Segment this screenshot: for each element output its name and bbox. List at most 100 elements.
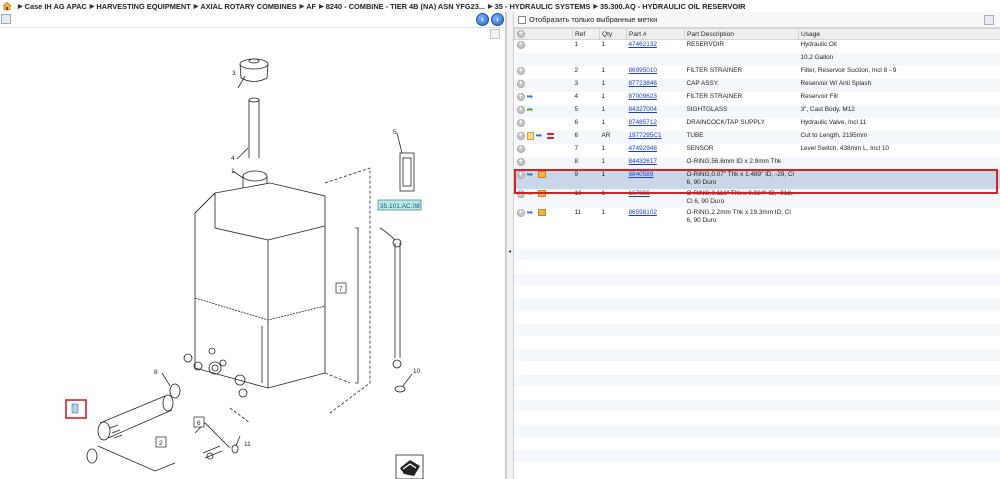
breadcrumb-item[interactable]: HARVESTING EQUIPMENT [96, 2, 190, 11]
breadcrumb-item[interactable]: 8240 - COMBINE - TIER 4B (NA) ASN YFG23.… [326, 2, 485, 11]
replacement-arrow-icon[interactable]: ➦ [527, 106, 536, 114]
add-to-cart-icon[interactable]: + [516, 105, 525, 114]
breadcrumb-item[interactable]: AXIAL ROTARY COMBINES [200, 2, 296, 11]
breadcrumb: ▶ Case IH AG APAC ▶ HARVESTING EQUIPMENT ▶… [0, 0, 1000, 12]
add-to-cart-icon[interactable]: + [516, 208, 525, 217]
breadcrumb-item[interactable]: Case IH AG APAC [25, 2, 87, 11]
cell-description: FILTER STRAINER [686, 66, 743, 74]
table-row[interactable]: + ➥ 6 AR 1977295C1 TUBE Cut to Length, 2195mm [514, 130, 1000, 144]
table-row[interactable]: +3 1 87723846 CAP ASSY. Reservoir W/ Anti Sp… [514, 78, 1000, 92]
table-row[interactable]: 10.2 Gallon [514, 52, 1000, 66]
column-header-part-number[interactable]: Part # [626, 28, 685, 40]
kit-box-icon[interactable] [537, 209, 546, 216]
cell-description: SENSOR [686, 144, 714, 152]
table-row[interactable]: +6 1 87485712 DRAINCOCK/TAP SUPPLY Hydraulic… [515, 118, 1000, 131]
part-number-link[interactable]: 9840589 [629, 171, 654, 178]
cell-qty: 1 [601, 66, 606, 74]
flag-icon[interactable] [546, 132, 554, 139]
cell-qty: AR [599, 130, 627, 144]
table-row[interactable]: + ➥ 10 1 167266 O-RING,0.116" Thk x 0.924" ID… [514, 188, 1000, 208]
chevron-right-icon: ▶ [193, 3, 199, 10]
part-number-link[interactable]: 167266 [629, 190, 650, 197]
add-all-icon[interactable]: + [517, 30, 525, 38]
add-to-cart-icon[interactable]: + [516, 144, 525, 153]
callout-2[interactable]: 2 [159, 440, 163, 447]
part-number-link[interactable]: 87009623 [629, 93, 657, 100]
cell-description: O-RING,2.2mm Thk x 19.3mm ID, Cl 6, 90 D… [686, 208, 791, 225]
table-row[interactable]: + ➦ 5 1 84327004 SIGHTGLASS 3", Cast Body, M12 [514, 104, 1000, 118]
callout-8[interactable]: 8 [154, 369, 158, 376]
add-to-cart-icon[interactable]: + [516, 189, 525, 198]
part-number-link[interactable]: 1977295C1 [629, 132, 662, 139]
table-row[interactable]: +7 1 47492948 SENSOR Level Switch, 438mm L, … [515, 144, 1000, 157]
empty-row [514, 248, 1000, 262]
breadcrumb-item[interactable]: 35 - HYDRAULIC SYSTEMS [495, 2, 591, 11]
cell-description: CAP ASSY. [684, 78, 799, 92]
parts-table: + Ref Qty Part # Part Description Usage … [514, 28, 1000, 227]
substitution-arrow-icon[interactable]: ➥ [527, 171, 536, 179]
substitution-arrow-icon[interactable]: ➥ [527, 93, 536, 101]
table-row[interactable]: +1 1 47462132 RESERVOIR Hydraulic Oil [515, 40, 1000, 53]
column-header-usage[interactable]: Usage [798, 28, 1000, 40]
table-row[interactable]: + ➥ 9 1 9840589 O-RING,0.07" Thk x 1.489" ID,… [514, 169, 1000, 189]
add-to-cart-icon[interactable]: + [516, 118, 525, 127]
row-actions [514, 52, 573, 66]
show-selected-checkbox[interactable] [518, 15, 526, 24]
callout-5[interactable]: 5 [393, 129, 397, 136]
selected-part-marker[interactable] [71, 403, 79, 414]
table-row[interactable]: + ➥ 11 1 86598102 O-RING,2.2mm Thk x 19.3mm I… [515, 208, 1000, 227]
add-to-cart-icon[interactable]: + [516, 66, 525, 75]
part-number-link[interactable]: 47492948 [629, 145, 657, 152]
cell-qty [599, 52, 627, 66]
add-to-cart-icon[interactable]: + [516, 157, 525, 166]
kit-box-icon[interactable] [537, 190, 546, 197]
callout-10[interactable]: 10 [413, 368, 421, 375]
column-header-description[interactable]: Part Description [684, 28, 799, 40]
pane-splitter[interactable]: ◂ [506, 12, 514, 479]
table-row[interactable]: +2 1 86995010 FILTER STRAINER Filter, Reserv… [515, 66, 1000, 79]
breadcrumb-item-current[interactable]: 35.300.AQ - HYDRAULIC OIL RESERVOIR [600, 2, 746, 11]
cell-ref: 4 [574, 92, 579, 100]
add-to-cart-icon[interactable]: + [516, 92, 525, 101]
column-header-qty[interactable]: Qty [599, 28, 627, 40]
cell-usage [798, 188, 1000, 208]
add-to-cart-icon[interactable]: + [516, 79, 525, 88]
expand-icon[interactable] [1, 14, 11, 24]
callout-6[interactable]: 6 [197, 420, 201, 427]
cell-ref: 6 [574, 118, 579, 126]
empty-row [514, 399, 1000, 413]
substitution-arrow-icon[interactable]: ➥ [527, 209, 536, 217]
diagram-ref-link[interactable]: 35.101.AC.08 [380, 203, 420, 210]
column-header-ref[interactable]: Ref [572, 28, 600, 40]
home-icon[interactable] [2, 1, 12, 11]
table-row[interactable]: +8 1 84432617 O-RING,56.6mm ID x 2.9mm Thk [514, 156, 1000, 170]
export-icon[interactable] [984, 15, 994, 25]
add-to-cart-icon[interactable]: + [516, 170, 525, 179]
add-to-cart-icon[interactable]: + [516, 41, 525, 49]
part-number-link[interactable]: 86995010 [629, 67, 657, 74]
table-row[interactable]: + ➥ 4 1 87009623 FILTER STRAINER Reservoir Fil… [515, 92, 1000, 105]
substitution-arrow-icon[interactable]: ➥ [536, 132, 545, 140]
part-number-link[interactable]: 87485712 [629, 119, 657, 126]
note-icon[interactable] [526, 131, 534, 140]
part-number-link[interactable]: 84432617 [629, 158, 657, 165]
callout-11[interactable]: 11 [244, 441, 251, 448]
next-diagram-button[interactable]: › [491, 13, 504, 26]
callout-7[interactable]: 7 [339, 286, 343, 293]
kit-box-icon[interactable] [537, 171, 546, 178]
cell-qty: 1 [599, 169, 627, 189]
part-number-link[interactable]: 86598102 [629, 209, 657, 216]
chevron-right-icon: ▶ [593, 3, 598, 10]
callout-4[interactable]: 4 [231, 155, 235, 162]
chevron-right-icon: ▶ [89, 3, 95, 10]
substitution-arrow-icon[interactable]: ➥ [527, 190, 536, 198]
part-number-link[interactable]: 47462132 [629, 41, 657, 48]
part-number-link[interactable]: 87723846 [629, 80, 657, 87]
callout-1[interactable]: 1 [231, 168, 235, 175]
part-number-link[interactable]: 84327004 [629, 106, 657, 113]
previous-diagram-button[interactable]: ‹ [476, 13, 489, 26]
callout-3[interactable]: 3 [232, 70, 236, 77]
add-to-cart-icon[interactable]: + [516, 131, 525, 140]
collapse-arrow-icon[interactable]: ◂ [508, 248, 511, 255]
breadcrumb-item[interactable]: AF [306, 2, 316, 11]
